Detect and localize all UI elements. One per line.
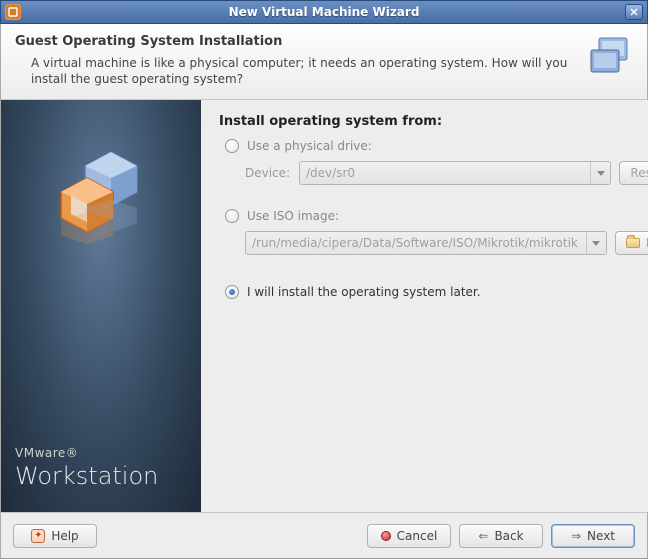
wizard-header-description: A virtual machine is like a physical com… — [31, 55, 573, 87]
folder-icon — [626, 238, 640, 248]
help-label: Help — [51, 529, 78, 543]
next-button[interactable]: ⇒ Next — [551, 524, 635, 548]
option-physical-drive: Use a physical drive: Device: /dev/sr0 R… — [219, 139, 648, 185]
device-label: Device: — [245, 166, 291, 180]
window-titlebar: New Virtual Machine Wizard — [0, 0, 648, 24]
radio-physical-drive[interactable] — [225, 139, 239, 153]
next-label: Next — [587, 529, 615, 543]
cancel-button[interactable]: Cancel — [367, 524, 451, 548]
rescan-disc-label: Rescan disc — [630, 166, 648, 180]
brand-vmware: VMware® — [15, 446, 158, 460]
help-button[interactable]: ✦ Help — [13, 524, 97, 548]
back-label: Back — [494, 529, 523, 543]
device-combobox[interactable]: /dev/sr0 — [299, 161, 611, 185]
wizard-header: Guest Operating System Installation A vi… — [1, 24, 647, 100]
device-combobox-value: /dev/sr0 — [306, 166, 377, 180]
wizard-content: Install operating system from: Use a phy… — [201, 100, 648, 512]
back-button[interactable]: ⇐ Back — [459, 524, 543, 548]
radio-iso-image-label: Use ISO image: — [247, 209, 339, 223]
radio-install-later-label: I will install the operating system late… — [247, 285, 481, 299]
arrow-right-icon: ⇒ — [571, 530, 581, 542]
option-iso-image: Use ISO image: /run/media/cipera/Data/So… — [219, 209, 648, 255]
wizard-footer: ✦ Help Cancel ⇐ Back ⇒ Next — [1, 512, 647, 558]
iso-path-combobox[interactable]: /run/media/cipera/Data/Software/ISO/Mikr… — [245, 231, 607, 255]
rescan-disc-button[interactable]: Rescan disc — [619, 161, 648, 185]
close-icon — [630, 8, 638, 16]
cancel-label: Cancel — [397, 529, 438, 543]
option-install-later: I will install the operating system late… — [219, 285, 648, 299]
radio-iso-image[interactable] — [225, 209, 239, 223]
wizard-sidebar: VMware® Workstation — [1, 100, 201, 512]
chevron-down-icon — [590, 162, 610, 184]
app-icon — [5, 4, 21, 20]
chevron-down-icon — [586, 232, 606, 254]
radio-physical-drive-label: Use a physical drive: — [247, 139, 372, 153]
iso-path-value: /run/media/cipera/Data/Software/ISO/Mikr… — [252, 236, 600, 250]
window-title: New Virtual Machine Wizard — [1, 5, 647, 19]
browse-button[interactable]: Browse... — [615, 231, 648, 255]
brand-workstation: Workstation — [15, 462, 158, 490]
vmware-boxes-icon — [57, 152, 145, 275]
radio-install-later[interactable] — [225, 285, 239, 299]
install-from-heading: Install operating system from: — [219, 114, 648, 129]
window-close-button[interactable] — [625, 4, 643, 20]
help-icon: ✦ — [31, 529, 45, 543]
wizard-header-title: Guest Operating System Installation — [15, 34, 573, 49]
cancel-icon — [381, 531, 391, 541]
monitors-icon — [585, 34, 633, 82]
arrow-left-icon: ⇐ — [478, 530, 488, 542]
